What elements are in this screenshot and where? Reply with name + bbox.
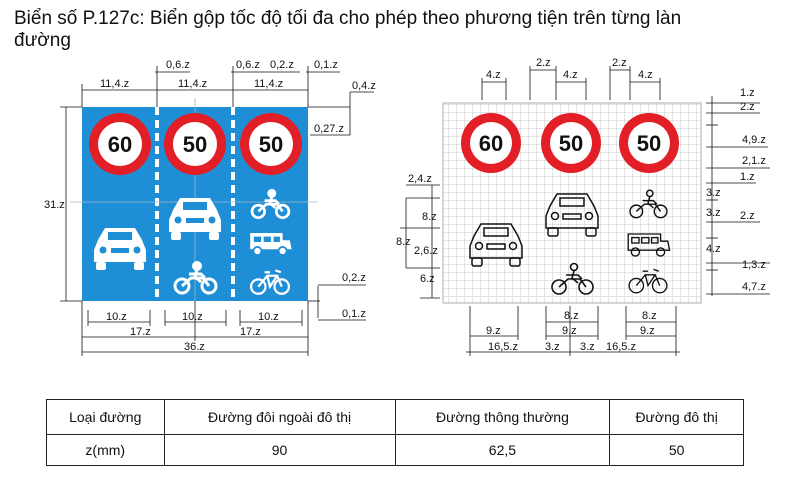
dim-label: 6.z <box>420 273 435 285</box>
dim-label: 9.z <box>640 325 655 337</box>
dim-label: 8.z <box>396 236 411 248</box>
table-header: Loại đường <box>46 399 165 435</box>
dim-label: 11,4.z <box>100 78 129 90</box>
dim-label: 9.z <box>486 325 501 337</box>
table-cell: 50 <box>609 434 744 466</box>
dim-label: 8.z <box>422 211 437 223</box>
speed-limit-sign: 50 <box>541 113 601 173</box>
dim-label: 4.z <box>638 69 653 81</box>
speed-limit-value: 60 <box>108 132 132 157</box>
dim-label: 3.z <box>545 341 560 353</box>
dim-label: 36.z <box>184 341 205 353</box>
dim-label: 31.z <box>44 199 65 211</box>
dim-label: 0,1.z <box>314 59 338 71</box>
dim-label: 16,5.z <box>606 341 636 353</box>
dim-label: 2,6.z <box>414 245 438 257</box>
dim-label: 4,7.z <box>742 281 766 293</box>
dim-label: 0,6.z <box>236 59 260 71</box>
dim-label: 0,2.z <box>342 272 366 284</box>
dim-label: 2,1.z <box>742 155 766 167</box>
speed-limit-sign: 60 <box>89 113 151 175</box>
dim-label: 2.z <box>612 57 627 69</box>
speed-limit-sign: 50 <box>619 113 679 173</box>
dim-label: 11,4.z <box>178 78 207 90</box>
dim-label: 1.z <box>740 87 755 99</box>
table-cell: z(mm) <box>46 434 165 466</box>
dim-label: 10.z <box>106 311 127 323</box>
dim-label: 1.z <box>740 171 755 183</box>
left-sign-figure: 60 50 50 11,4.z 11,4.z 11,4.z 0,6.z 0,6.… <box>44 59 376 356</box>
table-cell: 90 <box>163 434 396 466</box>
dim-label: 17.z <box>130 326 151 338</box>
speed-limit-value: 50 <box>183 132 207 157</box>
dim-label: 3.z <box>580 341 595 353</box>
speed-limit-sign: 50 <box>240 113 302 175</box>
dim-label: 2,4.z <box>408 173 432 185</box>
dim-label: 16,5.z <box>488 341 518 353</box>
table-header: Đường đôi ngoài đô thị <box>163 399 396 435</box>
dim-label: 4.z <box>563 69 578 81</box>
right-grid-figure: 60 50 50 4.z 2.z 4.z 2.z 4.z 1.z 2.z 4,9… <box>396 57 770 356</box>
table-header: Đường đô thị <box>609 399 744 435</box>
dim-label: 2.z <box>740 101 755 113</box>
dim-label: 8.z <box>564 310 579 322</box>
dim-label: 4.z <box>706 243 721 255</box>
dim-label: 17.z <box>240 326 261 338</box>
dim-label: 0,2.z <box>270 59 294 71</box>
dim-label: 10.z <box>182 311 203 323</box>
dim-label: 4,9.z <box>742 134 766 146</box>
dim-label: 9.z <box>562 325 577 337</box>
dim-label: 11,4.z <box>254 78 283 90</box>
table-header: Đường thông thường <box>394 399 611 435</box>
dim-label: 0,4.z <box>352 80 376 92</box>
speed-limit-value: 50 <box>559 131 583 156</box>
dim-label: 4.z <box>486 69 501 81</box>
speed-limit-value: 60 <box>479 131 503 156</box>
dim-label: 0,1.z <box>342 308 366 320</box>
speed-limit-sign: 60 <box>461 113 521 173</box>
dim-label: 2.z <box>740 210 755 222</box>
dim-label: 2.z <box>536 57 551 69</box>
dim-label: 8.z <box>642 310 657 322</box>
dim-label: 0,27.z <box>314 123 344 135</box>
table-cell: 62,5 <box>394 434 611 466</box>
dim-label: 3.z <box>706 187 721 199</box>
speed-limit-value: 50 <box>259 132 283 157</box>
dim-label: 0,6.z <box>166 59 190 71</box>
speed-limit-value: 50 <box>637 131 661 156</box>
z-value-table: Loại đường Đường đôi ngoài đô thị Đường … <box>46 399 744 466</box>
dim-label: 3.z <box>706 207 721 219</box>
dim-label: 1,3.z <box>742 259 766 271</box>
speed-limit-sign: 50 <box>164 113 226 175</box>
dim-label: 10.z <box>258 311 279 323</box>
